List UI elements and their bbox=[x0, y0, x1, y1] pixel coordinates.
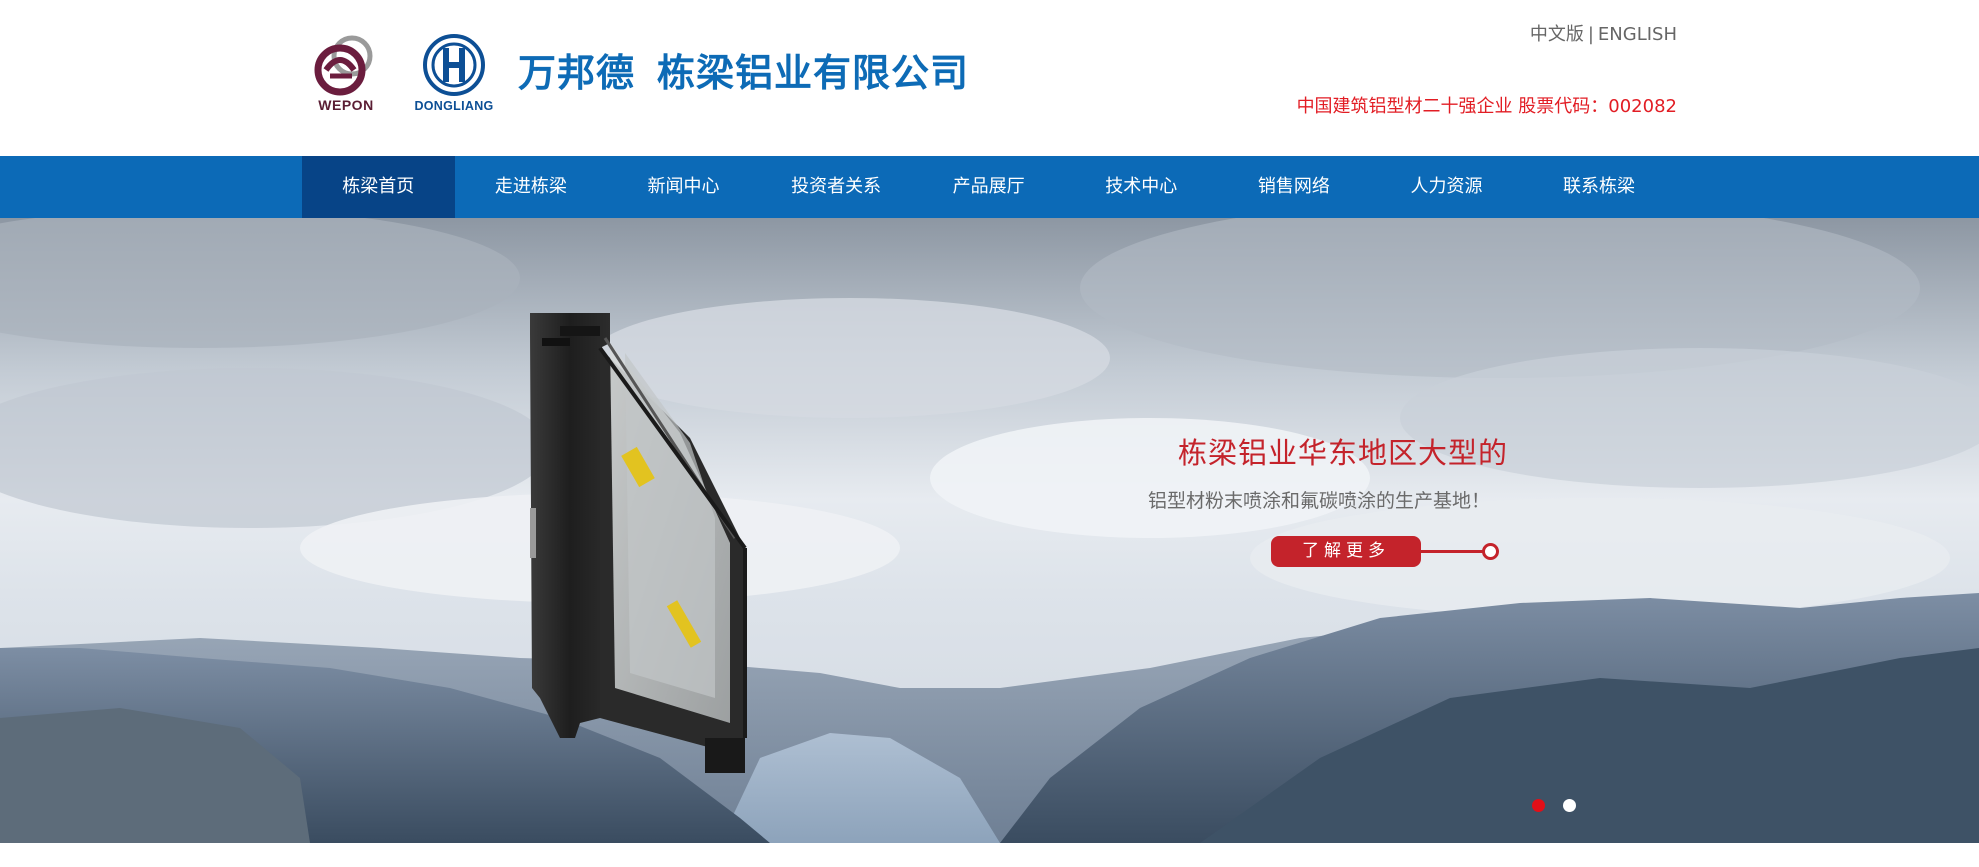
slide-dot-2[interactable] bbox=[1563, 799, 1576, 812]
nav-item-about[interactable]: 走进栋梁 bbox=[455, 156, 608, 218]
nav-items: 栋梁首页 走进栋梁 新闻中心 投资者关系 产品展厅 技术中心 销售网络 人力资源… bbox=[302, 156, 1675, 218]
nav-item-investors[interactable]: 投资者关系 bbox=[760, 156, 913, 218]
nav-item-hr[interactable]: 人力资源 bbox=[1370, 156, 1523, 218]
company-name-part2: 栋梁铝业有限公司 bbox=[657, 51, 970, 95]
nav-item-contact[interactable]: 联系栋梁 bbox=[1523, 156, 1676, 218]
wepon-logo-text: WEPON bbox=[318, 97, 374, 113]
lang-separator: | bbox=[1587, 24, 1594, 45]
lang-chinese-link[interactable]: 中文版 bbox=[1530, 24, 1584, 45]
dongliang-logo[interactable]: DONGLIANG bbox=[404, 30, 504, 118]
site-header: WEPON DONGLIANG 万邦德 栋梁铝业有限公司 中文版 | ENGLISH … bbox=[0, 0, 1979, 156]
nav-item-sales[interactable]: 销售网络 bbox=[1218, 156, 1371, 218]
learn-more-button[interactable]: 了解更多 bbox=[1271, 536, 1421, 567]
nav-item-technology[interactable]: 技术中心 bbox=[1065, 156, 1218, 218]
lang-english-link[interactable]: ENGLISH bbox=[1598, 24, 1677, 45]
learn-more-ring-icon bbox=[1482, 543, 1499, 560]
nav-item-news[interactable]: 新闻中心 bbox=[607, 156, 760, 218]
hero-banner[interactable]: 栋梁铝业华东地区大型的 铝型材粉末喷涂和氟碳喷涂的生产基地！ 了解更多 bbox=[0, 218, 1979, 843]
slide-dot-1[interactable] bbox=[1532, 799, 1545, 812]
company-name-part1: 万邦德 bbox=[518, 51, 636, 95]
slider-pagination bbox=[1532, 799, 1576, 812]
banner-title: 栋梁铝业华东地区大型的 bbox=[1178, 436, 1509, 470]
wepon-logo[interactable]: WEPON bbox=[306, 30, 386, 118]
banner-subtitle: 铝型材粉末喷涂和氟碳喷涂的生产基地！ bbox=[1148, 490, 1491, 512]
learn-more-connector bbox=[1421, 550, 1486, 553]
dongliang-logo-text: DONGLIANG bbox=[414, 99, 494, 113]
stock-info: 中国建筑铝型材二十强企业 股票代码：002082 bbox=[1296, 96, 1677, 117]
nav-item-products[interactable]: 产品展厅 bbox=[912, 156, 1065, 218]
wepon-emblem-icon bbox=[314, 35, 373, 96]
language-switcher: 中文版 | ENGLISH bbox=[1530, 20, 1677, 46]
company-name: 万邦德 栋梁铝业有限公司 bbox=[518, 44, 969, 102]
banner-background-image bbox=[0, 218, 1979, 843]
main-nav: 栋梁首页 走进栋梁 新闻中心 投资者关系 产品展厅 技术中心 销售网络 人力资源… bbox=[0, 156, 1979, 218]
dongliang-emblem-icon bbox=[423, 34, 485, 96]
nav-item-home[interactable]: 栋梁首页 bbox=[302, 156, 455, 218]
